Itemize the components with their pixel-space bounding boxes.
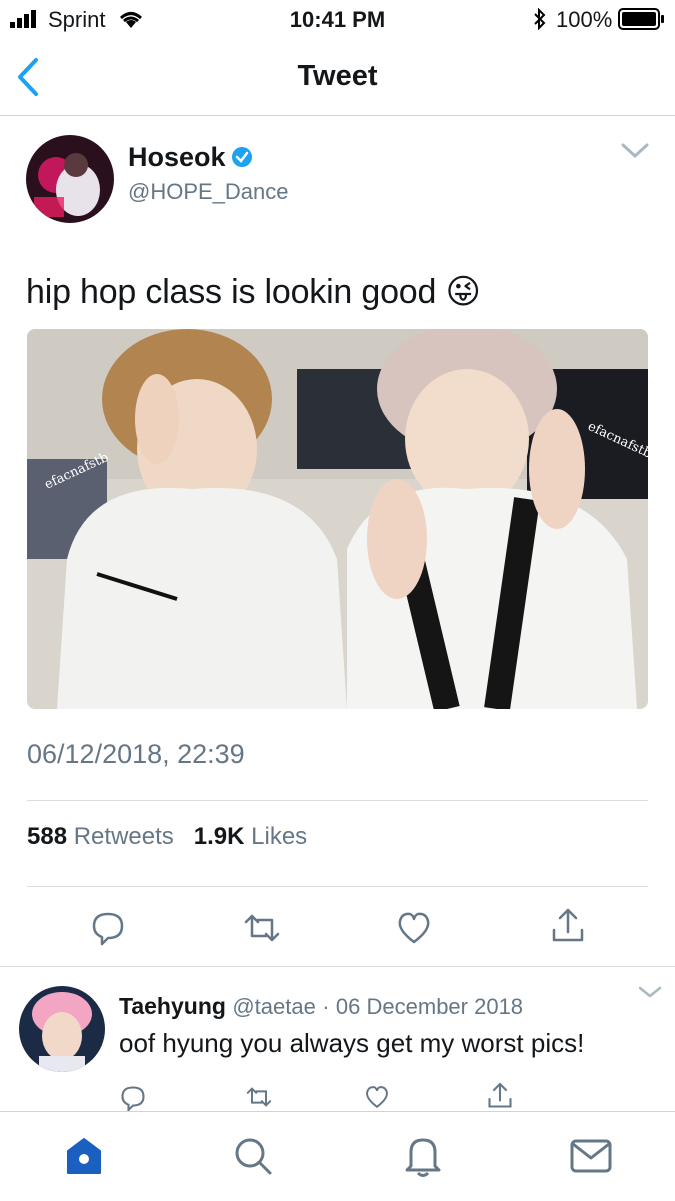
reply-icon[interactable] bbox=[88, 908, 128, 948]
page-title: Tweet bbox=[297, 60, 378, 92]
battery-icon bbox=[618, 8, 664, 30]
like-count[interactable]: 1.9K bbox=[194, 823, 245, 850]
like-label[interactable]: Likes bbox=[251, 823, 307, 850]
chevron-down-icon[interactable] bbox=[620, 140, 650, 160]
reply-text: oof hyung you always get my worst pics! bbox=[119, 1028, 585, 1058]
reply-author-name[interactable]: Taehyung bbox=[119, 993, 226, 1019]
nav-bar: Tweet bbox=[0, 38, 675, 116]
author-handle[interactable]: @HOPE_Dance bbox=[128, 179, 289, 205]
reply-date: 06 December 2018 bbox=[335, 994, 524, 1019]
verified-badge-icon bbox=[232, 147, 252, 167]
author-name[interactable]: Hoseok bbox=[128, 142, 226, 173]
retweet-count[interactable]: 588 bbox=[27, 823, 67, 850]
tweet-timestamp: 06/12/2018, 22:39 bbox=[27, 739, 245, 769]
mail-icon[interactable] bbox=[570, 1139, 612, 1173]
home-icon[interactable] bbox=[64, 1135, 104, 1177]
reply-avatar[interactable] bbox=[19, 986, 105, 1072]
avatar-image bbox=[26, 135, 114, 223]
reply-share-icon[interactable] bbox=[484, 1081, 516, 1111]
search-icon[interactable] bbox=[233, 1136, 273, 1176]
reply-reply-icon[interactable] bbox=[117, 1083, 149, 1113]
bluetooth-icon bbox=[534, 8, 546, 30]
avatar[interactable] bbox=[26, 135, 114, 223]
reply-heart-icon[interactable] bbox=[361, 1083, 393, 1111]
tweet-stats: 588 Retweets 1.9K Likes bbox=[27, 823, 307, 851]
retweet-label[interactable]: Retweets bbox=[74, 823, 174, 850]
reply-retweet-icon[interactable] bbox=[243, 1083, 275, 1111]
bell-icon[interactable] bbox=[403, 1134, 443, 1178]
heart-icon[interactable] bbox=[394, 908, 434, 948]
emoji: 😜 bbox=[445, 273, 481, 311]
divider bbox=[27, 886, 648, 887]
reply-chevron-down-icon[interactable] bbox=[638, 985, 662, 999]
reply-author-handle[interactable]: @taetae bbox=[232, 994, 316, 1019]
status-bar: Sprint 10:41 PM 100% bbox=[0, 0, 675, 38]
photo-image: efacnafstb efacnafstb bbox=[27, 329, 648, 709]
tweet-body: hip hop class is lookin good bbox=[26, 273, 437, 311]
divider bbox=[0, 966, 675, 967]
reply-header: Taehyung @taetae · 06 December 2018 bbox=[119, 993, 523, 1020]
reply-separator: · bbox=[322, 994, 330, 1019]
share-icon[interactable] bbox=[548, 906, 588, 946]
retweet-icon[interactable] bbox=[242, 908, 282, 948]
tab-bar bbox=[0, 1111, 675, 1201]
battery-percent: 100% bbox=[556, 7, 613, 32]
tweet-photo[interactable]: efacnafstb efacnafstb bbox=[27, 329, 648, 709]
reply-avatar-image bbox=[19, 986, 105, 1072]
tweet-text: hip hop class is lookin good 😜 bbox=[26, 272, 481, 312]
divider bbox=[27, 800, 648, 801]
